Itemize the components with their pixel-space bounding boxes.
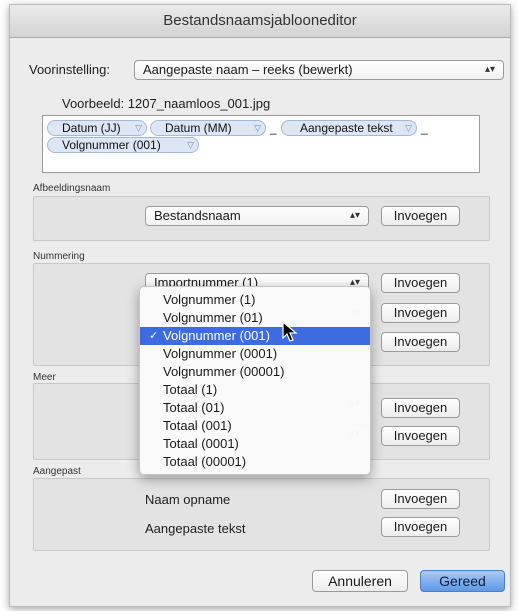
image-name-popup[interactable]: Bestandsnaam ▴▾ [145,206,369,226]
custom-row-label-text: Aangepaste tekst [145,521,246,536]
example-text: Voorbeeld: 1207_naamloos_001.jpg [62,96,270,111]
custom-insert-button-text[interactable]: Invoegen [381,517,460,537]
preset-label: Voorinstelling: [29,62,110,77]
example-label: Voorbeeld: [62,96,125,111]
template-token-field[interactable]: Datum (JJ) ▽ Datum (MM) ▽ _ Aangepaste tek… [42,115,480,173]
menu-item-selected[interactable]: ✓ Volgnummer (001) [140,327,370,345]
chevron-down-icon: ▽ [187,140,194,150]
token-sequence-number[interactable]: Volgnummer (001) ▽ [47,137,199,153]
done-button[interactable]: Gereed [420,570,505,592]
token-separator: _ [421,121,428,135]
cancel-button[interactable]: Annuleren [312,570,408,592]
numbering-insert-button-2[interactable]: Invoegen [381,303,460,323]
checkmark-icon: ✓ [149,330,159,342]
numbering-dropdown-menu: Volgnummer (1) Volgnummer (01) ✓ Volgnum… [139,286,371,475]
custom-insert-button-name[interactable]: Invoegen [381,489,460,509]
menu-item[interactable]: Totaal (0001) [140,435,370,453]
custom-row-label-name: Naam opname [145,492,231,507]
section-label-numbering: Nummering [33,251,85,262]
menu-item[interactable]: Totaal (00001) [140,453,370,471]
menu-item[interactable]: Volgnummer (01) [140,309,370,327]
menu-item[interactable]: Volgnummer (00001) [140,363,370,381]
template-editor-window: Bestandsnaamsjablooneditor Voorinstellin… [9,4,511,607]
preset-popup[interactable]: Aangepaste naam – reeks (bewerkt) ▴▾ [134,60,504,80]
token-separator: _ [270,121,277,135]
window-title: Bestandsnaamsjablooneditor [10,5,510,38]
menu-item[interactable]: Volgnummer (1) [140,291,370,309]
section-label-custom: Aangepast [33,466,81,477]
preset-popup-value: Aangepaste naam – reeks (bewerkt) [143,62,353,77]
token-date-yy[interactable]: Datum (JJ) ▽ [47,120,147,136]
mouse-cursor-icon [282,321,298,342]
section-label-more: Meer [33,372,56,383]
token-custom-text[interactable]: Aangepaste tekst ▽ [281,120,417,136]
chevron-down-icon: ▽ [254,123,261,133]
popup-arrows-icon: ▴▾ [349,210,360,221]
more-insert-button-2[interactable]: Invoegen [381,426,460,446]
section-label-image-name: Afbeeldingsnaam [33,183,111,194]
chevron-down-icon: ▽ [135,123,142,133]
menu-item[interactable]: Totaal (1) [140,381,370,399]
menu-item[interactable]: Totaal (01) [140,399,370,417]
popup-arrows-icon: ▴▾ [484,64,495,75]
token-date-mm[interactable]: Datum (MM) ▽ [150,120,266,136]
menu-item[interactable]: Volgnummer (0001) [140,345,370,363]
more-insert-button-1[interactable]: Invoegen [381,398,460,418]
chevron-down-icon: ▽ [405,123,412,133]
image-name-insert-button[interactable]: Invoegen [381,206,460,226]
example-value: 1207_naamloos_001.jpg [127,96,271,111]
numbering-insert-button-1[interactable]: Invoegen [381,273,460,293]
numbering-insert-button-3[interactable]: Invoegen [381,332,460,352]
menu-item[interactable]: Totaal (001) [140,417,370,435]
